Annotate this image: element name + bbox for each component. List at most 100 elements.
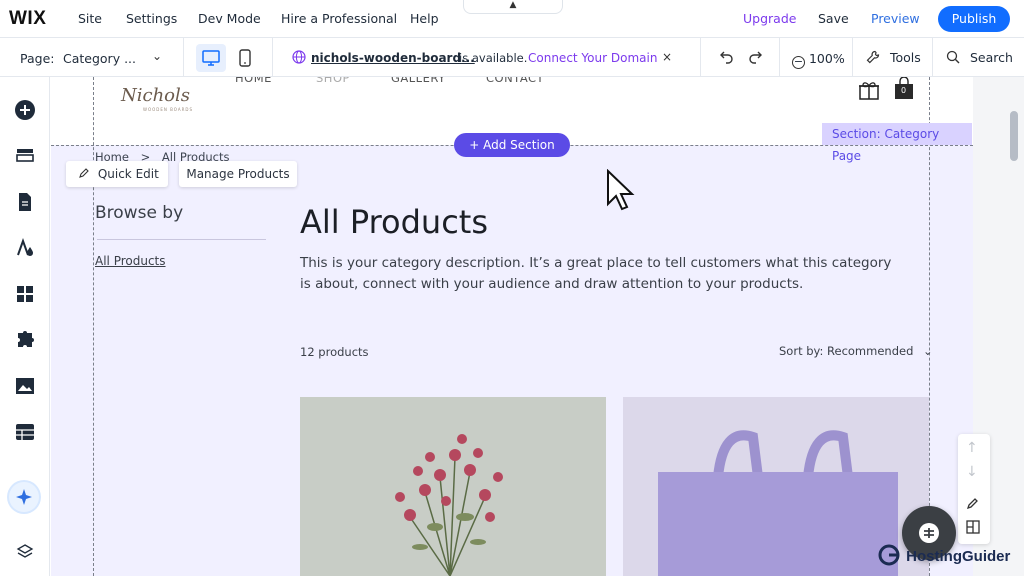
add-section-button[interactable]: + Add Section	[454, 133, 570, 157]
brand-logo[interactable]: Nichols	[121, 85, 190, 106]
sort-dropdown[interactable]: Sort by: Recommended ⌄	[779, 344, 933, 358]
hostingguider-logo-icon	[878, 544, 900, 566]
media-button[interactable]	[13, 374, 37, 398]
nav-shop[interactable]: SHOP	[316, 77, 350, 85]
save-button[interactable]: Save	[818, 11, 849, 26]
pencil-icon	[79, 168, 89, 178]
puzzle-icon	[18, 331, 34, 347]
domain-availability-text: is available.	[459, 51, 528, 65]
layout-icon[interactable]	[966, 520, 980, 534]
category-link-all-products[interactable]: All Products	[95, 254, 166, 268]
wrench-icon	[866, 50, 880, 64]
layers-icon	[16, 544, 34, 558]
apps-grid-icon	[17, 286, 33, 302]
brand-tagline: WOODEN BOARDS	[143, 107, 194, 112]
divider	[779, 38, 780, 77]
design-button[interactable]	[13, 236, 37, 260]
chevron-down-icon[interactable]: ⌄	[152, 49, 162, 63]
image-icon	[16, 378, 34, 394]
upgrade-link[interactable]: Upgrade	[743, 11, 796, 26]
top-bar: WIX Site Settings Dev Mode Hire a Profes…	[0, 0, 1024, 38]
canvas-scrollbar[interactable]	[1006, 77, 1024, 576]
menu-site[interactable]: Site	[78, 11, 102, 26]
chevron-up-icon: ▲	[509, 0, 517, 10]
cms-button[interactable]	[13, 420, 37, 444]
zoom-level: 100%	[808, 51, 845, 66]
desktop-view-button[interactable]	[196, 44, 226, 72]
publish-button[interactable]: Publish	[938, 6, 1010, 32]
business-apps-button[interactable]	[13, 328, 37, 352]
move-down-icon[interactable]: ↓	[966, 464, 978, 480]
section-name-label[interactable]: Section: Category Page	[822, 123, 972, 163]
undo-icon[interactable]	[719, 48, 735, 64]
divider	[272, 38, 273, 77]
left-tool-rail	[0, 77, 50, 576]
divider	[852, 38, 853, 77]
product-count: 12 products	[300, 345, 369, 359]
mobile-icon	[239, 49, 251, 67]
add-section-rail-button[interactable]	[13, 144, 37, 168]
tools-button[interactable]: Tools	[866, 50, 921, 65]
nav-contact[interactable]: CONTACT	[486, 77, 544, 85]
design-icon	[17, 238, 33, 256]
menu-settings[interactable]: Settings	[126, 11, 177, 26]
search-icon	[946, 50, 960, 64]
redo-icon[interactable]	[747, 48, 763, 64]
menu-help[interactable]: Help	[410, 11, 439, 26]
quick-edit-button[interactable]: Quick Edit	[66, 161, 168, 187]
tools-label: Tools	[889, 50, 921, 65]
add-elements-button[interactable]	[13, 98, 37, 122]
manage-products-button[interactable]: Manage Products	[179, 161, 297, 187]
page-icon	[19, 193, 31, 211]
pencil-icon[interactable]	[966, 496, 980, 510]
desktop-icon	[202, 50, 220, 66]
zoom-out-icon: −	[792, 55, 805, 69]
divider	[700, 38, 701, 77]
pages-button[interactable]	[13, 190, 37, 214]
section-actions-panel: ↑ ↓	[958, 434, 990, 544]
category-description: This is your category description. It’s …	[300, 255, 892, 292]
browse-by-heading: Browse by	[95, 203, 184, 223]
sections-icon	[16, 149, 34, 162]
layers-button[interactable]	[13, 540, 37, 564]
domain-name-link[interactable]: nichols-wooden-board...	[311, 51, 475, 65]
preview-button[interactable]: Preview	[871, 11, 920, 26]
search-button[interactable]: Search	[946, 50, 1013, 65]
move-up-icon[interactable]: ↑	[966, 440, 978, 456]
sparkle-icon	[16, 489, 32, 505]
cart-button[interactable]: 0	[894, 77, 914, 99]
scrollbar-thumb[interactable]	[1010, 111, 1018, 161]
wix-logo: WIX	[9, 8, 47, 29]
add-apps-button[interactable]	[13, 282, 37, 306]
ai-assistant-button[interactable]	[9, 482, 39, 512]
gift-icon[interactable]	[857, 77, 881, 101]
menu-hire-professional[interactable]: Hire a Professional	[281, 11, 397, 26]
globe-icon	[292, 50, 306, 64]
nav-gallery[interactable]: GALLERY	[391, 77, 446, 85]
cart-count: 0	[901, 86, 907, 95]
site-page: Nichols WOODEN BOARDS HOME SHOP GALLERY …	[51, 77, 973, 576]
page-selector[interactable]: Category ...	[63, 51, 136, 66]
divider	[932, 38, 933, 77]
editor-canvas[interactable]: Nichols WOODEN BOARDS HOME SHOP GALLERY …	[51, 77, 1006, 576]
divider	[183, 38, 184, 77]
zoom-control[interactable]: − 100%	[792, 51, 845, 69]
product-card-image[interactable]	[300, 397, 606, 576]
page-label: Page:	[20, 51, 55, 66]
menu-dev-mode[interactable]: Dev Mode	[198, 11, 261, 26]
grid-right-guide	[929, 77, 930, 576]
mobile-view-button[interactable]	[236, 44, 254, 72]
sort-label: Sort by: Recommended	[779, 344, 914, 358]
nav-home[interactable]: HOME	[235, 77, 272, 85]
search-label: Search	[969, 50, 1013, 65]
grid-left-guide	[93, 77, 94, 576]
plus-circle-icon	[15, 100, 35, 120]
mouse-cursor-icon	[607, 169, 635, 211]
category-heading: All Products	[300, 203, 489, 241]
flower-vase-image	[300, 397, 606, 576]
collapse-toolbar-tab[interactable]: ▲	[463, 0, 563, 14]
close-domain-banner-button[interactable]: ×	[662, 50, 672, 64]
quick-edit-label: Quick Edit	[97, 167, 159, 181]
watermark-text: HostingGuider	[906, 548, 1011, 565]
connect-domain-link[interactable]: Connect Your Domain	[528, 51, 657, 65]
